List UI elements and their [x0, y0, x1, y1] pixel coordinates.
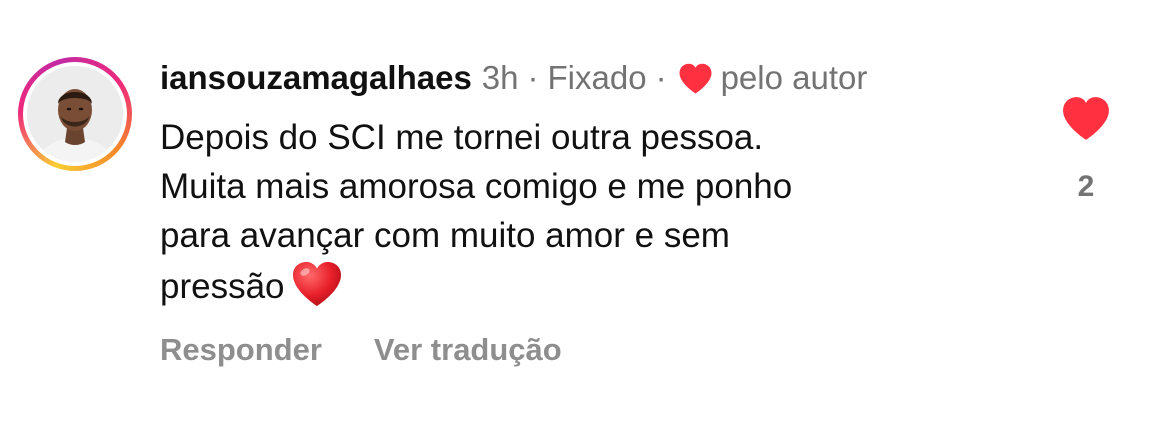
- avatar-story-ring[interactable]: [18, 57, 132, 171]
- comment-text-line: Depois do SCI me tornei outra pessoa.: [160, 118, 764, 157]
- comment-header: iansouzamagalhaes 3h · Fixado · pelo aut…: [160, 54, 867, 102]
- separator-dot: ·: [527, 59, 539, 96]
- separator-dot: ·: [655, 59, 667, 96]
- comment-text-line: Muita mais amorosa comigo e me ponho: [160, 167, 793, 206]
- comment-text-last-line: pressão: [160, 260, 1000, 311]
- comment-text-line: pressão: [160, 267, 285, 306]
- heart-icon: [679, 63, 712, 94]
- liked-by-author-label: pelo autor: [720, 59, 868, 96]
- reply-button[interactable]: Responder: [160, 326, 322, 374]
- comment-text: Depois do SCI me tornei outra pessoa. Mu…: [160, 113, 1000, 311]
- comment-item: iansouzamagalhaes 3h · Fixado · pelo aut…: [0, 0, 1170, 425]
- comment-text-line: para avançar com muito amor e sem: [160, 216, 730, 255]
- pinned-label: Fixado: [547, 59, 647, 96]
- like-column: 2: [1058, 96, 1114, 206]
- avatar-gap: [23, 62, 127, 166]
- heart-icon[interactable]: [1061, 96, 1111, 142]
- timestamp: 3h: [481, 59, 519, 96]
- avatar[interactable]: [27, 66, 123, 162]
- like-count[interactable]: 2: [1078, 168, 1095, 206]
- comment-actions: Responder Ver tradução: [160, 326, 562, 374]
- username[interactable]: iansouzamagalhaes: [160, 54, 472, 102]
- see-translation-button[interactable]: Ver tradução: [374, 326, 562, 374]
- heart-emoji-icon: [292, 262, 341, 306]
